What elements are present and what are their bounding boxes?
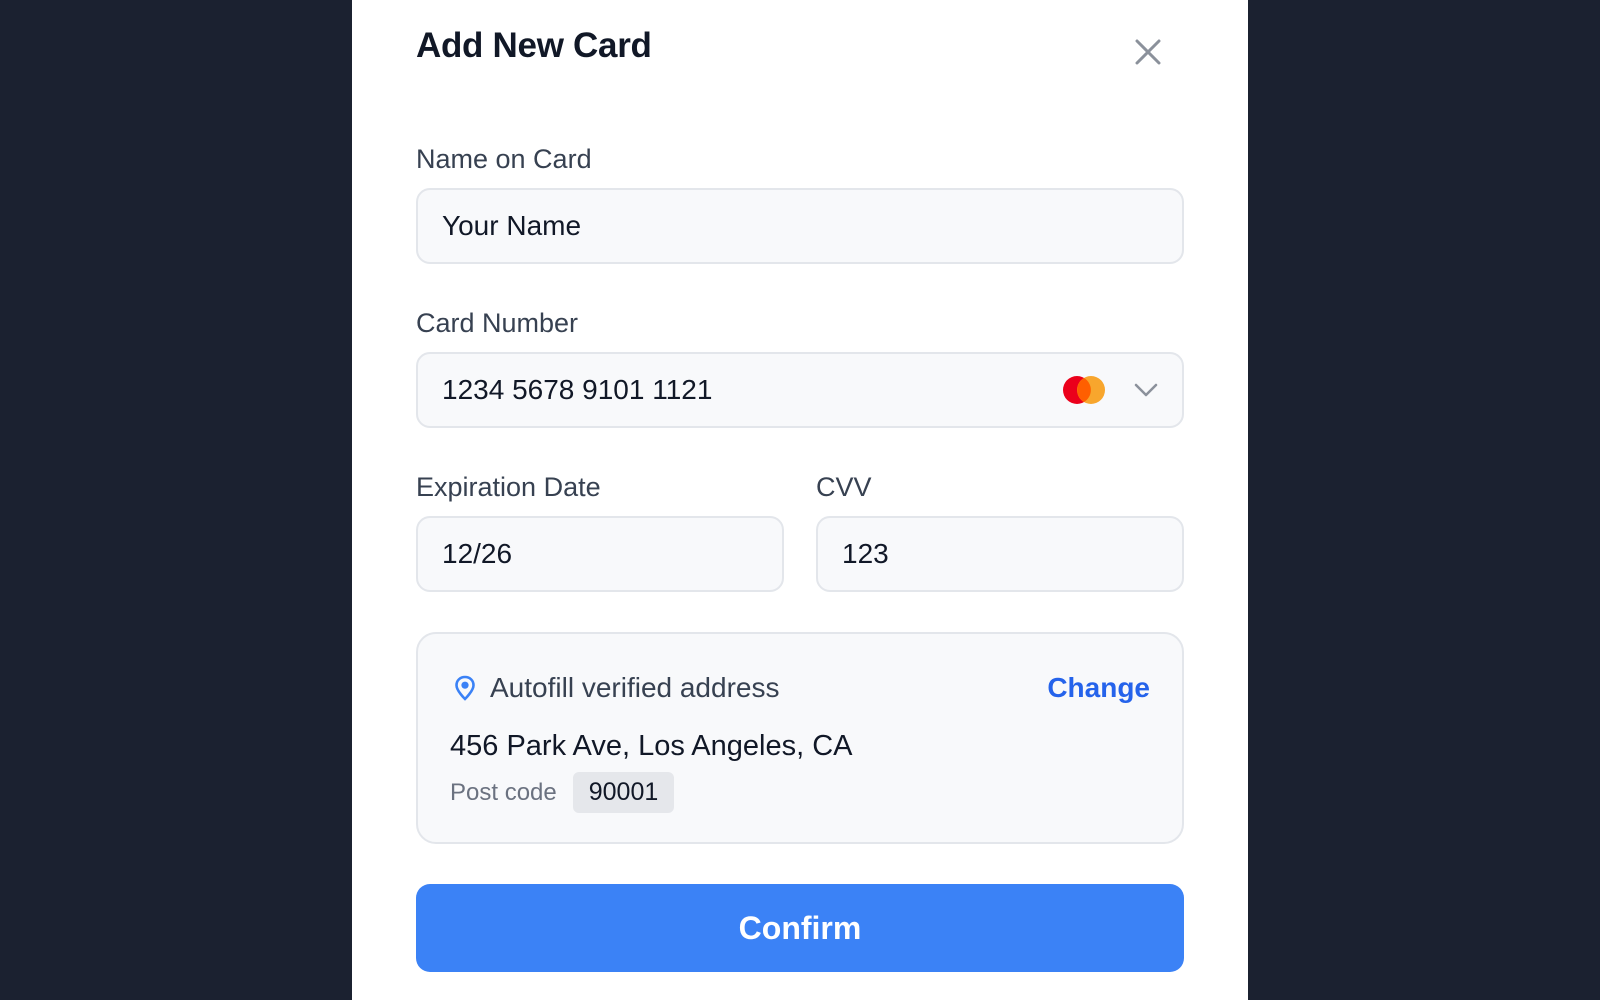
postcode-label: Post code: [450, 778, 557, 806]
expiration-date-label: Expiration Date: [416, 472, 601, 502]
add-card-modal: Add New Card Name on Card Card Number Ex…: [352, 0, 1248, 1000]
card-number-label: Card Number: [416, 308, 579, 338]
postcode-badge: 90001: [572, 772, 675, 813]
expiration-date-input[interactable]: [442, 538, 758, 570]
name-on-card-label: Name on Card: [416, 144, 592, 174]
change-address-link[interactable]: Change: [1047, 672, 1150, 704]
location-pin-icon: [455, 675, 475, 701]
autofill-address-heading: Autofill verified address: [490, 672, 780, 703]
expiration-date-field: [416, 516, 784, 592]
confirm-button[interactable]: Confirm: [416, 884, 1184, 972]
close-icon: [1135, 39, 1161, 65]
autofill-address-header: Autofill verified address: [454, 672, 779, 704]
autofill-address-card: Autofill verified address Change 456 Par…: [416, 632, 1184, 844]
postcode-row: Post code 90001: [450, 772, 675, 813]
cvv-label: CVV: [816, 472, 872, 502]
cvv-field: [816, 516, 1184, 592]
modal-title: Add New Card: [416, 26, 652, 65]
chevron-down-icon: [1134, 383, 1158, 397]
address-line: 456 Park Ave, Los Angeles, CA: [450, 730, 853, 762]
mastercard-icon: [1062, 375, 1106, 405]
card-number-input[interactable]: [442, 374, 1062, 406]
card-dropdown-button[interactable]: [1134, 382, 1158, 398]
card-number-field: [416, 352, 1184, 428]
close-button[interactable]: [1132, 36, 1164, 68]
name-on-card-field: [416, 188, 1184, 264]
name-on-card-input[interactable]: [442, 210, 1158, 242]
cvv-input[interactable]: [842, 538, 1158, 570]
